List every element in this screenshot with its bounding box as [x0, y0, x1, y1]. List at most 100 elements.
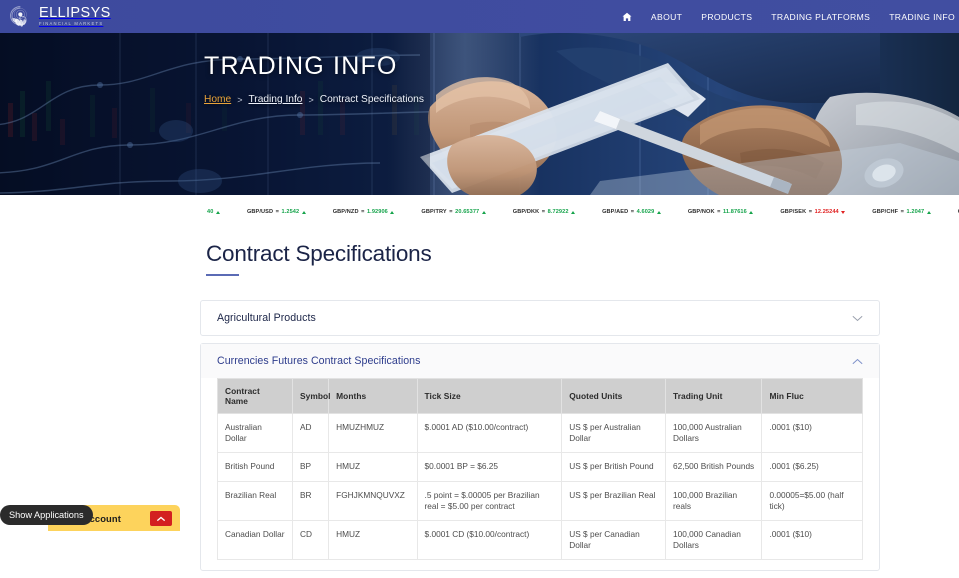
accordion-header[interactable]: Agricultural Products [201, 301, 879, 335]
nav-item-trading-info[interactable]: TRADING INFO [889, 12, 955, 22]
arrow-up-icon [302, 211, 306, 214]
ticker-pair: GBP/NOK [688, 209, 715, 215]
accordion-header[interactable]: Currencies Futures Contract Specificatio… [201, 344, 879, 378]
section-title-block: Contract Specifications [206, 243, 432, 276]
accordion-title: Agricultural Products [217, 312, 316, 324]
forex-ticker-bar[interactable]: 40 GBP/USD = 1.2542 GBP/NZD = 1.92906 GB… [0, 196, 959, 228]
ticker-pair: GBP/USD [247, 209, 273, 215]
brand-tagline: FINANCIAL MARKETS [39, 22, 111, 26]
hero-background-image [0, 33, 959, 195]
cell-months: HMUZ [329, 520, 417, 559]
cell-symbol: BR [293, 481, 329, 520]
float-bar-toggle-button[interactable] [150, 511, 172, 526]
cell-symbol: AD [293, 414, 329, 453]
ticker-equals: = [809, 209, 812, 215]
title-underline-accent [206, 274, 239, 277]
arrow-up-icon [216, 211, 220, 214]
arrow-up-icon [927, 211, 931, 214]
cell-tick-size: $.0001 CD ($10.00/contract) [417, 520, 562, 559]
chevron-down-icon[interactable] [852, 309, 863, 327]
cell-quoted-units: US $ per British Pound [562, 453, 666, 481]
ticker-pair: GBP/SEK [780, 209, 806, 215]
ticker-item: GBP/AED = 4.6029 [602, 209, 661, 215]
cell-min-fluc: .0001 ($10) [762, 414, 863, 453]
brand-logo[interactable]: ELLIPSYS FINANCIAL MARKETS [8, 4, 111, 30]
ticker-equals: = [901, 209, 904, 215]
cell-tick-size: $.0001 AD ($10.00/contract) [417, 414, 562, 453]
ticker-pair: GBP/AED [602, 209, 628, 215]
nav-item-products[interactable]: PRODUCTS [701, 12, 752, 22]
cell-quoted-units: US $ per Australian Dollar [562, 414, 666, 453]
accordion-panel: Contract Name Symbol Months Tick Size Qu… [201, 378, 879, 570]
ticker-equals: = [361, 209, 364, 215]
ticker-pair: GBP/TRY [421, 209, 446, 215]
cell-trading-unit: 100,000 Brazilian reals [666, 481, 762, 520]
cell-contract-name: Australian Dollar [218, 414, 293, 453]
ticker-pair: GBP/CHF [872, 209, 898, 215]
breadcrumb-separator: > [308, 95, 313, 105]
ticker-value: 1.92906 [367, 209, 388, 215]
ticker-value: 1.2047 [907, 209, 925, 215]
ticker-equals: = [631, 209, 634, 215]
ticker-item: GBP/NZD = 1.92906 [333, 209, 395, 215]
table-row: British Pound BP HMUZ $0.0001 BP = $6.25… [218, 453, 863, 481]
cell-symbol: CD [293, 520, 329, 559]
breadcrumb-item-trading-info[interactable]: Trading Info [248, 94, 302, 105]
table-header-row: Contract Name Symbol Months Tick Size Qu… [218, 379, 863, 414]
ticker-equals: = [276, 209, 279, 215]
arrow-up-icon [749, 211, 753, 214]
ticker-item: GBP/NOK = 11.87616 [688, 209, 754, 215]
nav-home-link[interactable] [622, 12, 632, 22]
column-header-quoted-units: Quoted Units [562, 379, 666, 414]
table-row: Australian Dollar AD HMUZHMUZ $.0001 AD … [218, 414, 863, 453]
spiral-shell-icon [8, 4, 34, 30]
cell-min-fluc: .0001 ($10) [762, 520, 863, 559]
cell-months: FGHJKMNQUVXZ [329, 481, 417, 520]
arrow-up-icon [571, 211, 575, 214]
breadcrumb-item-home[interactable]: Home [204, 94, 231, 105]
page-title: TRADING INFO [204, 54, 424, 79]
arrow-up-icon [657, 211, 661, 214]
ticker-equals: = [717, 209, 720, 215]
ticker-item: GBP/SEK = 12.25244 [780, 209, 845, 215]
cell-quoted-units: US $ per Brazilian Real [562, 481, 666, 520]
ticker-lead: 40 [207, 209, 220, 215]
cell-months: HMUZ [329, 453, 417, 481]
top-navigation-bar: ELLIPSYS FINANCIAL MARKETS ABOUT PRODUCT… [0, 0, 959, 33]
breadcrumb: Home > Trading Info > Contract Specifica… [204, 94, 424, 105]
contract-specifications-table: Contract Name Symbol Months Tick Size Qu… [217, 378, 863, 560]
cell-contract-name: Canadian Dollar [218, 520, 293, 559]
table-row: Brazilian Real BR FGHJKMNQUVXZ .5 point … [218, 481, 863, 520]
hero-banner: TRADING INFO Home > Trading Info > Contr… [0, 33, 959, 195]
ticker-equals: = [542, 209, 545, 215]
arrow-up-icon [390, 211, 394, 214]
cell-min-fluc: .0001 ($6.25) [762, 453, 863, 481]
column-header-symbol: Symbol [293, 379, 329, 414]
cell-months: HMUZHMUZ [329, 414, 417, 453]
nav-item-trading-platforms[interactable]: TRADING PLATFORMS [771, 12, 870, 22]
accordion-title: Currencies Futures Contract Specificatio… [217, 355, 420, 367]
column-header-min-fluc: Min Fluc [762, 379, 863, 414]
column-header-tick-size: Tick Size [417, 379, 562, 414]
ticker-item: GBP/TRY = 20.65377 [421, 209, 485, 215]
cell-trading-unit: 62,500 British Pounds [666, 453, 762, 481]
cell-trading-unit: 100,000 Australian Dollars [666, 414, 762, 453]
home-icon [622, 12, 632, 22]
nav-item-about[interactable]: ABOUT [651, 12, 682, 22]
hero-text-block: TRADING INFO Home > Trading Info > Contr… [204, 54, 424, 105]
ticker-value: 20.65377 [455, 209, 479, 215]
cell-symbol: BP [293, 453, 329, 481]
cell-tick-size: .5 point = $.00005 per Brazilian real = … [417, 481, 562, 520]
breadcrumb-separator: > [237, 95, 242, 105]
table-row: Canadian Dollar CD HMUZ $.0001 CD ($10.0… [218, 520, 863, 559]
arrow-up-icon [482, 211, 486, 214]
chevron-up-icon[interactable] [852, 352, 863, 370]
accordion-agricultural-products[interactable]: Agricultural Products [200, 300, 880, 336]
breadcrumb-item-current: Contract Specifications [320, 94, 424, 105]
chevron-up-icon [156, 509, 166, 527]
accordion-currencies-futures[interactable]: Currencies Futures Contract Specificatio… [200, 343, 880, 571]
cell-contract-name: British Pound [218, 453, 293, 481]
ticker-item: GBP/CHF = 1.2047 [872, 209, 930, 215]
ticker-pair: GBP/NZD [333, 209, 359, 215]
contract-specifications-heading: Contract Specifications [206, 243, 432, 266]
